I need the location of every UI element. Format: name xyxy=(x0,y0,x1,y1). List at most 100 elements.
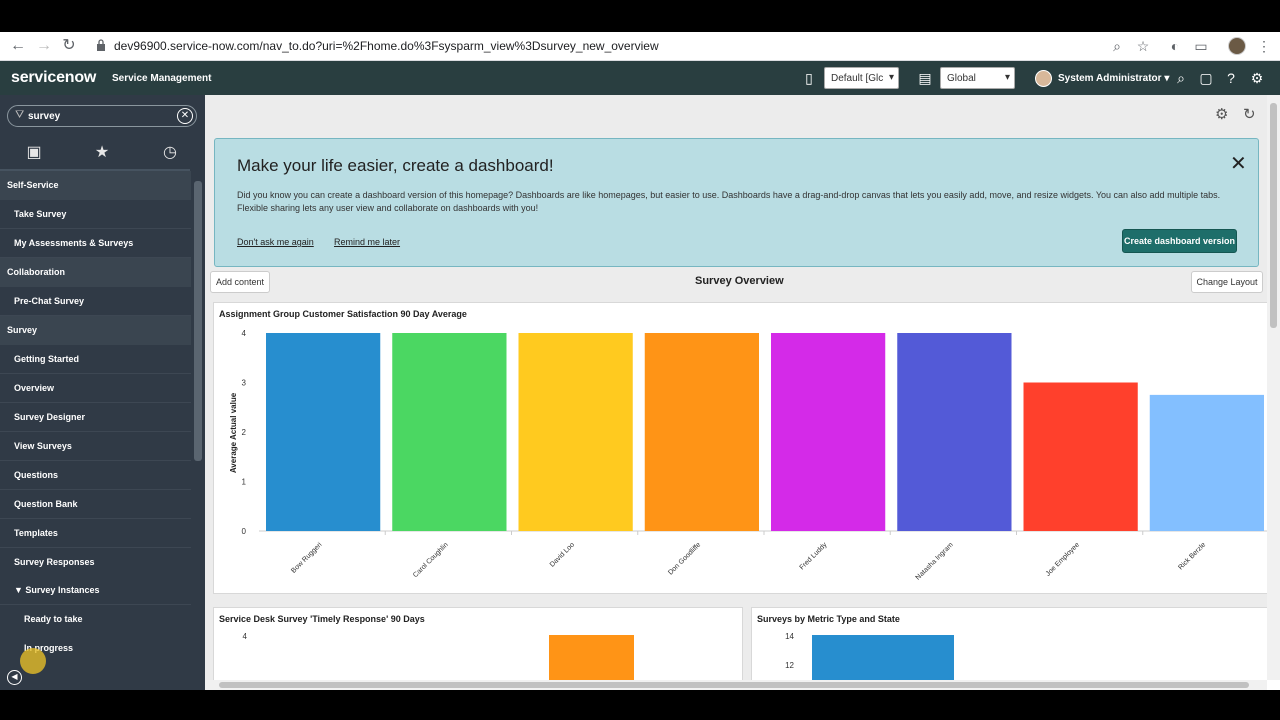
banner-body: Did you know you can create a dashboard … xyxy=(237,190,1221,213)
nav-item-label: Getting Started xyxy=(14,354,80,364)
y-tick-label: 0 xyxy=(242,527,247,536)
metric-type-bar-chart: 14 12 xyxy=(785,632,954,690)
nav-item-label: Collaboration xyxy=(7,267,65,277)
nav-section-collaboration[interactable]: Collaboration xyxy=(0,258,191,287)
expand-triangle-icon[interactable]: ▼ xyxy=(14,585,25,595)
navigator-scrollbar[interactable] xyxy=(192,171,204,661)
y-tick-label: 1 xyxy=(242,478,247,487)
browser-profile-avatar[interactable] xyxy=(1228,37,1246,55)
all-apps-archive-icon[interactable]: ▣ xyxy=(24,143,44,163)
bar xyxy=(518,333,633,531)
update-set-icon[interactable]: ▯ xyxy=(801,70,817,86)
help-icon[interactable]: ? xyxy=(1223,70,1239,86)
nav-module-view-surveys[interactable]: View Surveys xyxy=(0,432,191,461)
extension-icon[interactable]: ◐ xyxy=(1166,37,1184,55)
lock-icon xyxy=(97,39,105,51)
bar xyxy=(897,333,1012,531)
gear-icon[interactable]: ⚙ xyxy=(1249,70,1265,86)
nav-module-my-assessments-surveys[interactable]: My Assessments & Surveys xyxy=(0,229,191,258)
clear-filter-icon[interactable]: ✕ xyxy=(177,108,193,124)
homepage-toolbar: ⚙ ↻ xyxy=(205,95,1280,133)
nav-module-overview[interactable]: Overview xyxy=(0,374,191,403)
scrollbar-thumb[interactable] xyxy=(219,682,1249,688)
scope-value: Global xyxy=(947,73,976,84)
close-icon[interactable]: ✕ xyxy=(1230,151,1247,176)
timely-response-bar-chart: 4 xyxy=(243,632,634,690)
update-set-value: Default [Glc xyxy=(831,73,884,84)
tab-icon[interactable]: ▭ xyxy=(1192,37,1210,55)
bar xyxy=(1149,394,1264,531)
history-clock-icon[interactable]: ◷ xyxy=(160,143,180,163)
servicenow-header: servicenow Service Management ▯ Default … xyxy=(0,61,1280,95)
add-content-button[interactable]: Add content xyxy=(210,271,270,293)
back-icon[interactable]: ← xyxy=(8,36,28,56)
search-icon[interactable]: ⌕ xyxy=(1173,70,1189,86)
user-avatar[interactable] xyxy=(1035,70,1052,87)
nav-item-label: Overview xyxy=(14,383,55,393)
servicenow-logo[interactable]: servicenow xyxy=(11,69,96,87)
nav-module-question-bank[interactable]: Question Bank xyxy=(0,490,191,519)
nav-module-pre-chat-survey[interactable]: Pre-Chat Survey xyxy=(0,287,191,316)
y-tick-label: 14 xyxy=(785,632,794,641)
nav-module-take-survey[interactable]: Take Survey xyxy=(0,200,191,229)
x-tick-label: Carol Coughlin xyxy=(412,541,450,579)
bookmark-star-icon[interactable]: ☆ xyxy=(1134,37,1152,55)
nav-module-survey-responses[interactable]: Survey Responses xyxy=(0,548,191,577)
nav-module-ready-to-take[interactable]: Ready to take xyxy=(0,605,191,634)
metric-type-chart-card: Surveys by Metric Type and State 14 12 xyxy=(751,607,1280,690)
forward-icon[interactable]: → xyxy=(34,36,54,56)
dashboard-promo-banner: Make your life easier, create a dashboar… xyxy=(214,138,1259,267)
collapse-navigator-icon[interactable]: ◀ xyxy=(7,670,22,685)
nav-item-label: Ready to take xyxy=(24,614,83,624)
nav-module-survey-instances[interactable]: ▼ Survey Instances xyxy=(0,576,191,605)
nav-module-questions[interactable]: Questions xyxy=(0,461,191,490)
nav-item-label: Pre-Chat Survey xyxy=(14,296,85,306)
create-dashboard-version-button[interactable]: Create dashboard version xyxy=(1122,229,1237,253)
application-scope-icon[interactable]: ▤ xyxy=(917,70,933,86)
favorites-star-icon[interactable]: ★ xyxy=(92,143,112,163)
chevron-down-icon: ▾ xyxy=(1004,72,1010,83)
nav-item-label: Questions xyxy=(14,470,59,480)
nav-module-survey-designer[interactable]: Survey Designer xyxy=(0,403,191,432)
browser-menu-icon[interactable]: ⋮ xyxy=(1255,37,1273,55)
nav-item-label: View Surveys xyxy=(14,441,72,451)
screen-bottom-border xyxy=(0,690,1280,720)
nav-item-label: Survey Responses xyxy=(14,557,95,567)
update-set-select[interactable]: Default [Glc ▾ xyxy=(824,67,899,89)
y-tick-label: 4 xyxy=(243,632,248,641)
address-bar[interactable]: dev96900.service-now.com/nav_to.do?uri=%… xyxy=(114,39,659,53)
app-name: Service Management xyxy=(112,73,212,84)
x-tick-label: David Loo xyxy=(549,541,576,568)
y-tick-label: 4 xyxy=(242,329,247,338)
x-tick-label: Joe Employee xyxy=(1045,541,1081,577)
mouse-cursor-highlight xyxy=(20,648,46,674)
screen-top-border xyxy=(0,0,1280,32)
nav-module-templates[interactable]: Templates xyxy=(0,519,191,548)
navigator-menu: Self-Service Take Survey My Assessments & … xyxy=(0,171,191,661)
page-horizontal-scrollbar[interactable] xyxy=(205,680,1267,690)
nav-item-label: Take Survey xyxy=(14,209,67,219)
user-menu[interactable]: System Administrator ▾ xyxy=(1058,73,1169,84)
zoom-icon[interactable]: ⌕ xyxy=(1108,37,1126,55)
x-tick-label: Rick Berzle xyxy=(1177,541,1207,571)
remind-later-link[interactable]: Remind me later xyxy=(334,237,400,247)
scope-select[interactable]: Global ▾ xyxy=(940,67,1015,89)
nav-item-label: My Assessments & Surveys xyxy=(14,238,134,248)
nav-section-self-service[interactable]: Self-Service xyxy=(0,171,191,200)
connect-chat-icon[interactable]: ▢ xyxy=(1198,70,1214,86)
page-vertical-scrollbar[interactable] xyxy=(1267,95,1280,680)
scrollbar-thumb[interactable] xyxy=(1270,103,1277,328)
nav-section-survey[interactable]: Survey xyxy=(0,316,191,345)
filter-icon: ⛛ xyxy=(15,109,25,121)
refresh-icon[interactable]: ↻ xyxy=(1243,105,1256,123)
scrollbar-thumb[interactable] xyxy=(194,181,202,461)
reload-icon[interactable]: ↻ xyxy=(59,36,79,56)
bar xyxy=(771,333,886,531)
dont-ask-again-link[interactable]: Don't ask me again xyxy=(237,237,314,247)
navigator-filter-input[interactable]: ⛛ survey ✕ xyxy=(7,105,197,127)
homepage-settings-gear-icon[interactable]: ⚙ xyxy=(1215,105,1228,123)
change-layout-button[interactable]: Change Layout xyxy=(1191,271,1263,293)
nav-item-label: Templates xyxy=(14,528,58,538)
y-tick-label: 12 xyxy=(785,661,794,670)
nav-module-getting-started[interactable]: Getting Started xyxy=(0,345,191,374)
